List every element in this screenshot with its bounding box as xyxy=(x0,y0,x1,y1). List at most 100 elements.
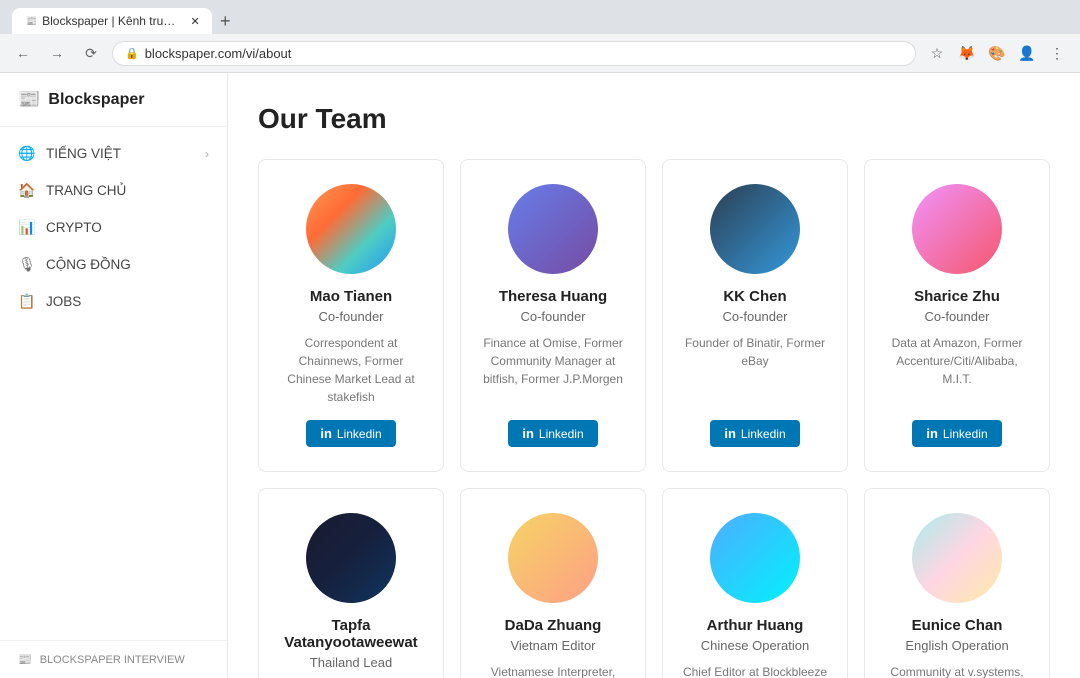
avatar-placeholder xyxy=(306,184,396,274)
bookmark-icon[interactable]: ☆ xyxy=(924,40,950,66)
team-card: Mao Tianen Co-founder Correspondent at C… xyxy=(258,159,444,472)
team-member-role: Chinese Operation xyxy=(701,638,809,653)
page: 📰 Blockspaper 🌐 TIẾNG VIỆT › 🏠 TRANG CHỦ… xyxy=(0,73,1080,678)
avatar xyxy=(912,513,1002,603)
team-card: Arthur Huang Chinese Operation Chief Edi… xyxy=(662,488,848,678)
avatar xyxy=(306,513,396,603)
sidebar-item-trang-chu[interactable]: 🏠 TRANG CHỦ xyxy=(0,172,227,209)
back-button[interactable]: ← xyxy=(10,40,36,66)
team-member-name: Theresa Huang xyxy=(499,288,607,305)
logo-icon: 📰 xyxy=(18,89,40,110)
linkedin-icon: in xyxy=(320,426,332,441)
sidebar-item-jobs[interactable]: 📋 JOBS xyxy=(0,283,227,320)
sidebar-item-tieng-viet[interactable]: 🌐 TIẾNG VIỆT › xyxy=(0,135,227,172)
tieng-viet-icon: 🌐 xyxy=(18,145,36,162)
avatar xyxy=(508,184,598,274)
sidebar-item-left: 📋 JOBS xyxy=(18,293,81,310)
avatar-placeholder xyxy=(912,513,1002,603)
linkedin-icon: in xyxy=(724,426,736,441)
avatar-placeholder xyxy=(710,513,800,603)
team-member-desc: Vietnamese Interpreter, Collaborators at… xyxy=(477,663,629,678)
sidebar-logo: 📰 Blockspaper xyxy=(0,73,227,127)
linkedin-label: Linkedin xyxy=(741,427,786,441)
team-member-name: DaDa Zhuang xyxy=(505,617,602,634)
team-member-role: Co-founder xyxy=(722,309,787,324)
sidebar-nav: 🌐 TIẾNG VIỆT › 🏠 TRANG CHỦ 📊 CRYPTO 🎙 CỘ… xyxy=(0,127,227,640)
team-member-desc: Correspondent at Chainnews, Former Chine… xyxy=(275,334,427,406)
extension1-icon[interactable]: 🦊 xyxy=(954,40,980,66)
jobs-icon: 📋 xyxy=(18,293,36,310)
linkedin-icon: in xyxy=(926,426,938,441)
team-card: Theresa Huang Co-founder Finance at Omis… xyxy=(460,159,646,472)
jobs-label: JOBS xyxy=(46,294,81,309)
team-member-name: Arthur Huang xyxy=(707,617,804,634)
main-content: Our Team Mao Tianen Co-founder Correspon… xyxy=(228,73,1080,678)
team-member-role: Thailand Lead xyxy=(310,655,392,670)
extension3-icon[interactable]: 👤 xyxy=(1014,40,1040,66)
trang-chu-label: TRANG CHỦ xyxy=(46,183,126,198)
active-tab[interactable]: 📰 Blockspaper | Kênh truyền thô... ✕ xyxy=(12,8,212,34)
avatar xyxy=(306,184,396,274)
nav-actions: ☆ 🦊 🎨 👤 ⋮ xyxy=(924,40,1070,66)
sidebar-item-left: 📊 CRYPTO xyxy=(18,219,102,236)
sidebar-item-crypto[interactable]: 📊 CRYPTO xyxy=(0,209,227,246)
address-bar[interactable]: 🔒 blockspaper.com/vi/about xyxy=(112,41,916,66)
team-card: Sharice Zhu Co-founder Data at Amazon, F… xyxy=(864,159,1050,472)
sidebar: 📰 Blockspaper 🌐 TIẾNG VIỆT › 🏠 TRANG CHỦ… xyxy=(0,73,228,678)
menu-icon[interactable]: ⋮ xyxy=(1044,40,1070,66)
team-card: KK Chen Co-founder Founder of Binatir, F… xyxy=(662,159,848,472)
lock-icon: 🔒 xyxy=(125,47,139,60)
linkedin-button[interactable]: in Linkedin xyxy=(306,420,395,447)
team-grid: Mao Tianen Co-founder Correspondent at C… xyxy=(258,159,1050,678)
crypto-label: CRYPTO xyxy=(46,220,102,235)
tab-close-button[interactable]: ✕ xyxy=(191,15,198,28)
linkedin-button[interactable]: in Linkedin xyxy=(508,420,597,447)
forward-button[interactable]: → xyxy=(44,40,70,66)
team-member-role: Co-founder xyxy=(924,309,989,324)
avatar xyxy=(710,184,800,274)
team-member-desc: Finance at Omise, Former Community Manag… xyxy=(477,334,629,406)
team-member-role: Co-founder xyxy=(520,309,585,324)
linkedin-label: Linkedin xyxy=(337,427,382,441)
avatar xyxy=(508,513,598,603)
team-member-name: Eunice Chan xyxy=(912,617,1003,634)
sidebar-item-left: 🌐 TIẾNG VIỆT xyxy=(18,145,121,162)
team-card: Tapfa Vatanyootaweewat Thailand Lead Cry… xyxy=(258,488,444,678)
avatar-placeholder xyxy=(912,184,1002,274)
sidebar-item-cong-dong[interactable]: 🎙 CỘNG ĐỒNG xyxy=(0,246,227,283)
linkedin-label: Linkedin xyxy=(539,427,584,441)
team-member-role: Co-founder xyxy=(318,309,383,324)
avatar-placeholder xyxy=(508,513,598,603)
team-member-name: Tapfa Vatanyootaweewat xyxy=(275,617,427,651)
sidebar-item-left: 🎙 CỘNG ĐỒNG xyxy=(18,256,131,273)
team-member-role: Vietnam Editor xyxy=(510,638,595,653)
extension2-icon[interactable]: 🎨 xyxy=(984,40,1010,66)
team-member-desc: Community at v.systems, Former EOS/Block… xyxy=(881,663,1033,678)
linkedin-icon: in xyxy=(522,426,534,441)
cong-dong-label: CỘNG ĐỒNG xyxy=(46,257,131,272)
page-title: Our Team xyxy=(258,103,1050,135)
crypto-icon: 📊 xyxy=(18,219,36,236)
refresh-button[interactable]: ⟳ xyxy=(78,40,104,66)
linkedin-button[interactable]: in Linkedin xyxy=(912,420,1001,447)
tab-title: Blockspaper | Kênh truyền thô... xyxy=(42,14,180,28)
team-member-desc: Founder of Binatir, Former eBay xyxy=(679,334,831,406)
cong-dong-icon: 🎙 xyxy=(18,256,36,273)
avatar xyxy=(710,513,800,603)
trang-chu-icon: 🏠 xyxy=(18,182,36,199)
team-card: Eunice Chan English Operation Community … xyxy=(864,488,1050,678)
linkedin-button[interactable]: in Linkedin xyxy=(710,420,799,447)
avatar xyxy=(912,184,1002,274)
chevron-right-icon: › xyxy=(205,147,209,161)
sidebar-bottom-label: BLOCKSPAPER INTERVIEW xyxy=(40,654,185,666)
team-member-role: English Operation xyxy=(905,638,1008,653)
tieng-viet-label: TIẾNG VIỆT xyxy=(46,146,121,161)
browser-nav: ← → ⟳ 🔒 blockspaper.com/vi/about ☆ 🦊 🎨 👤… xyxy=(0,34,1080,73)
team-member-desc: Data at Amazon, Former Accenture/Citi/Al… xyxy=(881,334,1033,406)
team-member-name: Sharice Zhu xyxy=(914,288,1000,305)
sidebar-bottom-icon: 📰 xyxy=(18,653,32,666)
logo-text: Blockspaper xyxy=(48,91,144,109)
tab-favicon: 📰 xyxy=(26,16,36,27)
new-tab-button[interactable]: + xyxy=(212,9,239,34)
browser-tabs: 📰 Blockspaper | Kênh truyền thô... ✕ + xyxy=(12,8,1068,34)
